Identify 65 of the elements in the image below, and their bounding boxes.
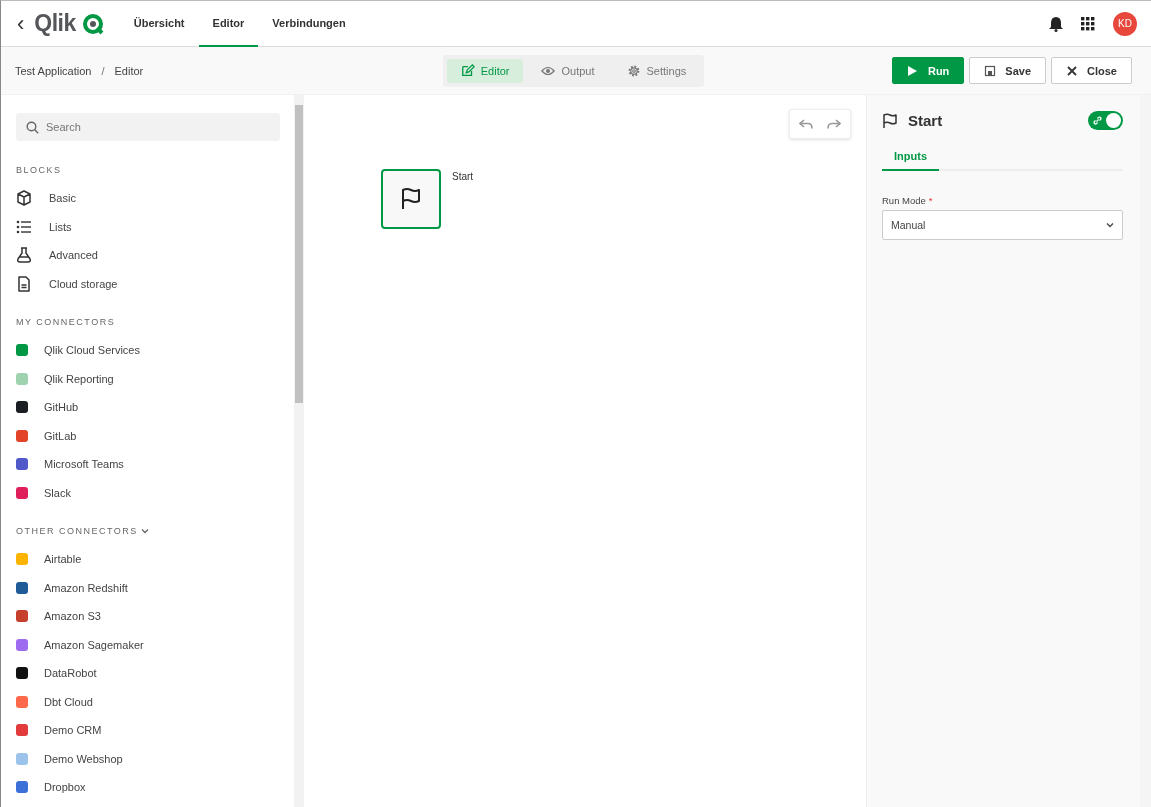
pencil-icon	[460, 63, 475, 78]
dropdown-field[interactable]: Manual	[882, 210, 1123, 240]
flag-icon	[399, 187, 423, 211]
block-item[interactable]: Basic	[49, 192, 76, 205]
required-mark: *	[928, 195, 933, 206]
chevron-down-icon	[1106, 221, 1114, 229]
field-label: Run Mode	[882, 195, 926, 206]
user-avatar[interactable]: KD	[1113, 11, 1137, 36]
connector-item[interactable]: Amazon Redshift	[44, 581, 128, 594]
connector-item[interactable]: Amazon S3	[44, 610, 101, 623]
connector-item[interactable]: Amazon Sagemaker	[44, 638, 144, 651]
connector-item[interactable]: Qlik Cloud Services	[44, 344, 140, 357]
search-icon	[26, 121, 39, 134]
breadcrumb-item: Editor	[114, 64, 144, 77]
connector-item[interactable]: Dbt Cloud	[44, 695, 93, 708]
connector-item[interactable]: Microsoft Teams	[44, 458, 124, 471]
run-button[interactable]: Run	[891, 57, 965, 84]
block-item[interactable]: Cloud storage	[49, 277, 118, 290]
logo-text: Qlik	[34, 10, 76, 37]
chevron-down-icon[interactable]	[140, 527, 149, 535]
toggle-switch[interactable]	[1088, 111, 1123, 130]
cube-icon	[16, 190, 32, 207]
scrollbar[interactable]	[294, 95, 304, 807]
save-button[interactable]: Save	[969, 57, 1047, 84]
play-icon	[906, 64, 919, 77]
nav-tab[interactable]: Verbindungen	[258, 1, 360, 47]
redo-icon[interactable]	[827, 117, 841, 131]
section-heading: MY CONNECTORS	[16, 317, 116, 327]
nav-tab[interactable]: Übersicht	[119, 1, 199, 47]
scrollbar-thumb[interactable]	[295, 105, 303, 403]
connector-item[interactable]: GitLab	[44, 429, 77, 442]
connector-item[interactable]: Slack	[44, 486, 71, 499]
close-button[interactable]: Close	[1051, 57, 1132, 84]
flag-icon	[882, 112, 898, 129]
logo-mark-icon	[81, 12, 104, 35]
flask-icon	[16, 247, 32, 264]
flow-node[interactable]	[381, 169, 441, 229]
undo-icon[interactable]	[799, 117, 813, 131]
connector-item[interactable]: Qlik Reporting	[44, 372, 114, 385]
connector-item[interactable]: Airtable	[44, 553, 82, 566]
node-label: Start	[452, 171, 474, 182]
connector-item[interactable]: DataRobot	[44, 667, 97, 680]
link-icon	[1093, 116, 1102, 125]
mode-tab[interactable]: Output	[527, 58, 609, 83]
list-icon	[16, 218, 32, 235]
breadcrumb-separator: /	[101, 64, 105, 77]
connector-item[interactable]: Dropbox	[44, 781, 86, 794]
section-heading: OTHER CONNECTORS	[16, 526, 138, 536]
breadcrumb-item[interactable]: Test Application	[15, 64, 92, 77]
close-icon	[1066, 64, 1079, 77]
block-item[interactable]: Lists	[49, 220, 72, 233]
notification-bell-icon[interactable]	[1049, 15, 1063, 32]
mode-tab[interactable]: Settings	[612, 58, 701, 83]
section-heading: BLOCKS	[16, 165, 62, 175]
connector-item[interactable]: Demo CRM	[44, 724, 102, 737]
search-field[interactable]: Search	[16, 113, 280, 141]
apps-grid-icon[interactable]	[1081, 16, 1095, 31]
panel-title: Start	[908, 112, 944, 129]
connector-item[interactable]: GitHub	[44, 401, 79, 414]
back-button[interactable]: ‹	[13, 10, 29, 37]
connector-item[interactable]: Demo Webshop	[44, 752, 123, 765]
document-icon	[16, 275, 32, 292]
panel-tab[interactable]: Inputs	[882, 144, 939, 171]
block-item[interactable]: Advanced	[49, 249, 98, 262]
settings-icon	[626, 63, 641, 78]
